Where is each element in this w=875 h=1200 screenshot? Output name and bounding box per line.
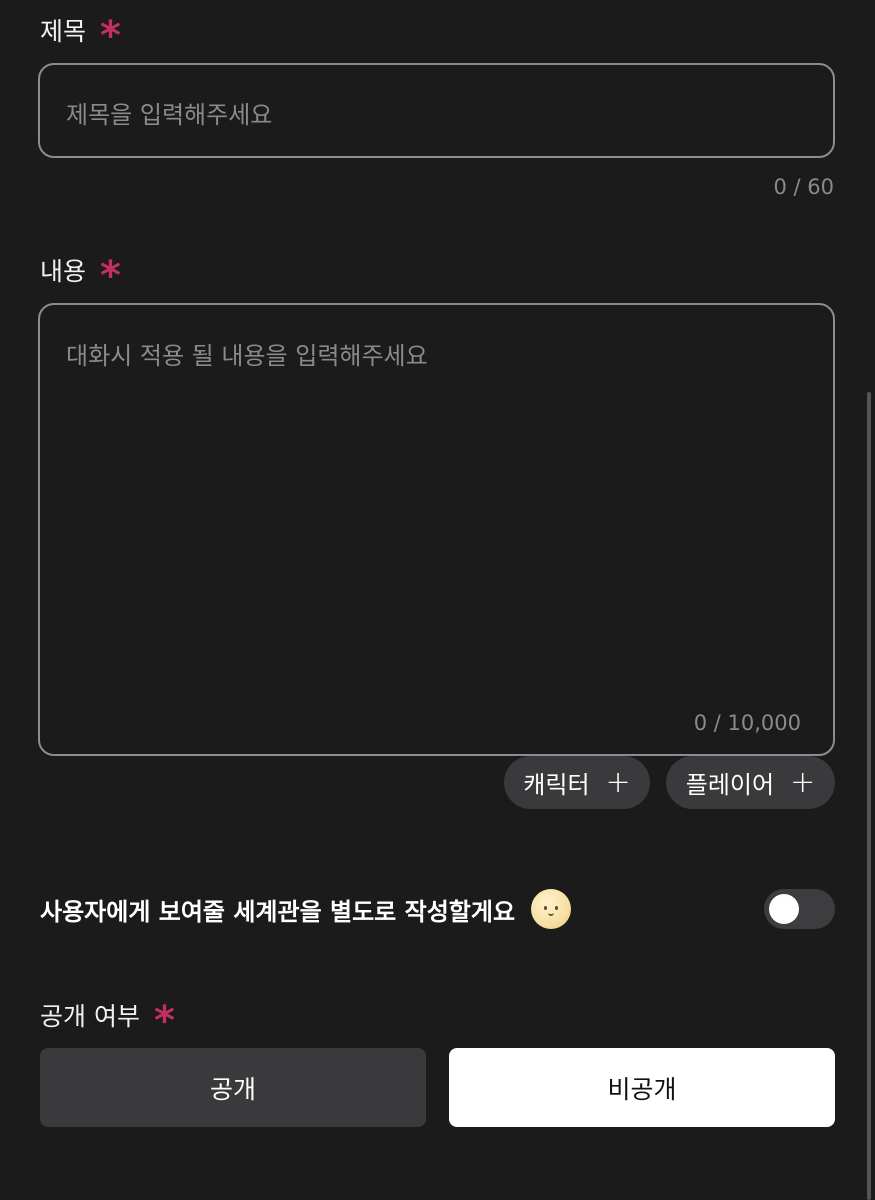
content-required-mark: * <box>100 253 121 299</box>
public-option-label: 공개 <box>209 1074 256 1104</box>
visibility-label: 공개 여부 <box>40 1002 140 1031</box>
plus-icon: + <box>605 764 631 800</box>
title-char-counter: 0 / 60 <box>773 175 834 199</box>
content-label: 내용 <box>40 257 87 286</box>
visibility-label-row: 공개 여부 * <box>40 995 175 1041</box>
title-input-placeholder: 제목을 입력해주세요 <box>66 101 273 129</box>
private-option-button[interactable]: 비공개 <box>449 1048 835 1127</box>
content-char-counter: 0 / 10,000 <box>693 711 801 735</box>
insert-player-label: 플레이어 <box>685 771 775 799</box>
toggle-knob <box>769 894 799 924</box>
title-label: 제목 <box>40 17 87 46</box>
private-option-label: 비공개 <box>607 1074 677 1104</box>
title-label-row: 제목 * <box>40 10 121 56</box>
title-input[interactable]: 제목을 입력해주세요 <box>38 63 835 158</box>
content-textarea-placeholder: 대화시 적용 될 내용을 입력해주세요 <box>66 342 428 370</box>
insert-character-label: 캐릭터 <box>523 771 590 799</box>
visibility-required-mark: * <box>153 998 175 1044</box>
worldview-toggle-row: 사용자에게 보여줄 세계관을 별도로 작성할게요 <box>40 889 572 929</box>
smiling-face-emoji-icon <box>531 889 572 929</box>
insert-player-button[interactable]: 플레이어 + <box>666 756 835 809</box>
plus-icon: + <box>790 764 816 800</box>
title-required-mark: * <box>100 13 121 59</box>
insert-character-button[interactable]: 캐릭터 + <box>504 756 650 809</box>
form-page: 제목 * 제목을 입력해주세요 0 / 60 내용 * 대화시 적용 될 내용을… <box>0 0 875 1200</box>
scrollbar[interactable] <box>867 392 871 1200</box>
public-option-button[interactable]: 공개 <box>40 1048 426 1127</box>
content-textarea[interactable]: 대화시 적용 될 내용을 입력해주세요 0 / 10,000 <box>38 303 835 756</box>
worldview-toggle-label: 사용자에게 보여줄 세계관을 별도로 작성할게요 <box>40 897 516 926</box>
content-label-row: 내용 * <box>40 250 121 296</box>
worldview-toggle-switch[interactable] <box>764 889 835 929</box>
